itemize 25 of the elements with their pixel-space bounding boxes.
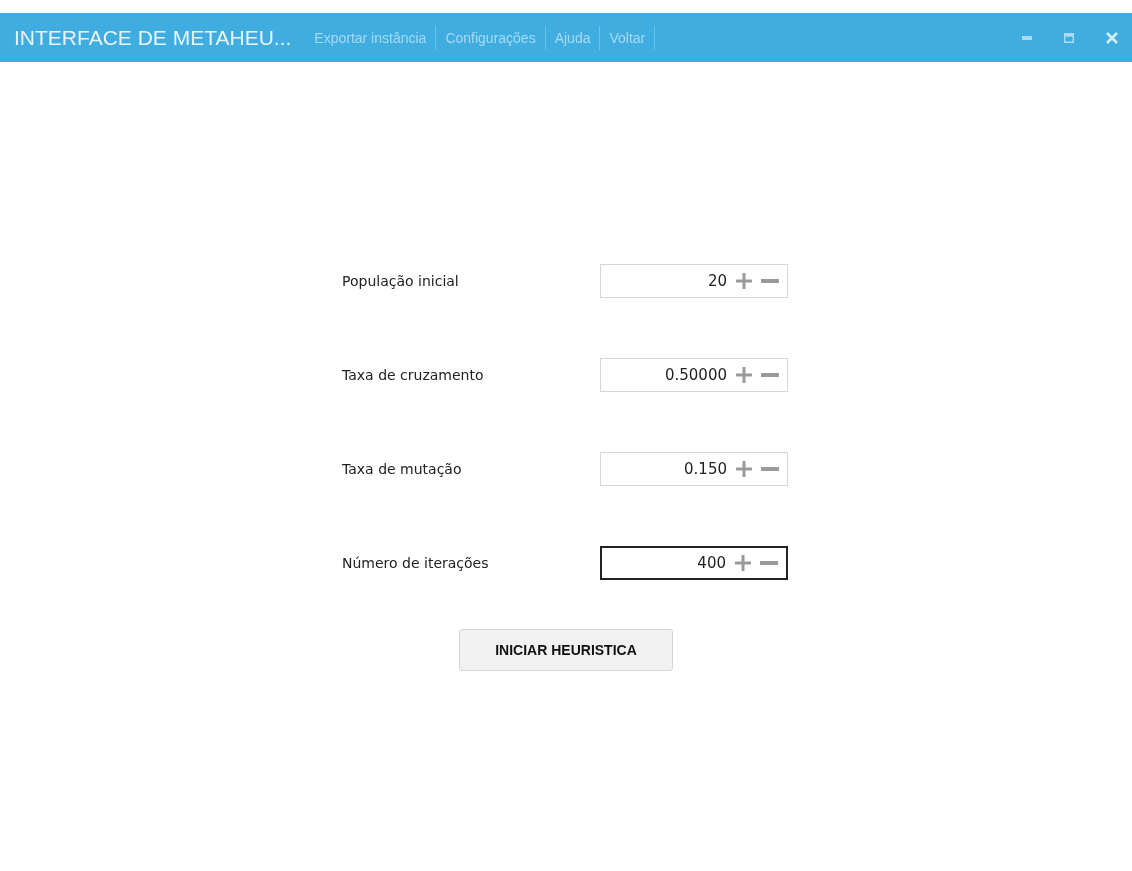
plus-icon[interactable] [735, 460, 753, 478]
plus-icon[interactable] [735, 366, 753, 384]
close-icon[interactable] [1106, 31, 1118, 44]
number-field[interactable]: 20 [600, 264, 788, 298]
number-input[interactable]: 0.50000 [601, 366, 727, 384]
start-button[interactable]: INICIAR HEURISTICA [459, 629, 673, 671]
number-field[interactable]: 400 [600, 546, 788, 580]
number-field[interactable]: 0.150 [600, 452, 788, 486]
minus-icon[interactable] [761, 279, 779, 283]
number-field[interactable]: 0.50000 [600, 358, 788, 392]
field-label: Número de iterações [342, 555, 490, 571]
number-input[interactable]: 20 [601, 272, 727, 290]
number-input[interactable]: 400 [602, 554, 726, 572]
minus-icon[interactable] [761, 373, 779, 377]
plus-icon[interactable] [734, 554, 752, 572]
field-label: Taxa de cruzamento [342, 367, 485, 383]
maximize-icon[interactable] [1064, 32, 1074, 43]
window-title: INTERFACE DE METAHEU... [14, 25, 292, 50]
minus-icon[interactable] [761, 467, 779, 471]
field-label: População inicial [342, 273, 460, 289]
minus-icon[interactable] [760, 561, 778, 565]
minimize-icon[interactable] [1022, 35, 1032, 40]
plus-icon[interactable] [735, 272, 753, 290]
number-input[interactable]: 0.150 [601, 460, 727, 478]
field-label: Taxa de mutação [342, 461, 463, 477]
